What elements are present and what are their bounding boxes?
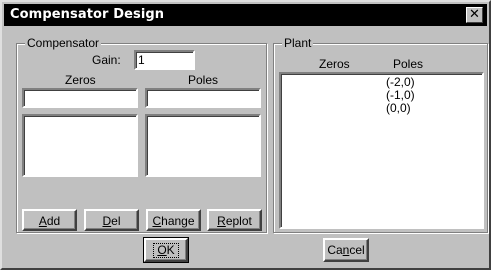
compensator-zeros-list[interactable] — [22, 114, 138, 177]
add-button[interactable]: Add — [22, 209, 77, 231]
replot-button-mnemonic: R — [217, 214, 226, 228]
gain-label: Gain: — [92, 53, 121, 67]
gain-value: 1 — [138, 53, 145, 67]
del-button-mnemonic: D — [102, 214, 112, 228]
change-button-label: hange — [161, 214, 195, 228]
ok-button[interactable]: OK — [143, 237, 189, 263]
zero-entry-input[interactable] — [22, 88, 138, 108]
cancel-button-label-start: Ca — [327, 243, 343, 257]
plant-roots-list[interactable]: (-2,0) (-1,0) (0,0) — [279, 72, 484, 229]
gain-input[interactable]: 1 — [134, 50, 195, 70]
ok-button-mnemonic: O — [157, 243, 167, 257]
plant-pole-item: (0,0) — [386, 101, 411, 115]
compensator-group-label: Compensator — [25, 36, 102, 50]
compensator-design-dialog: Compensator Design ✕ Compensator Gain: 1… — [0, 0, 491, 270]
replot-button[interactable]: Replot — [207, 209, 262, 231]
plant-zeros-header: Zeros — [319, 57, 350, 71]
ok-button-label: K — [166, 243, 175, 257]
ok-focus-rect: OK — [153, 243, 179, 258]
change-button[interactable]: Change — [146, 209, 201, 231]
dialog-title: Compensator Design — [10, 7, 165, 22]
compensator-poles-header: Poles — [188, 73, 219, 87]
change-button-mnemonic: C — [152, 214, 162, 228]
add-button-mnemonic: A — [38, 214, 47, 228]
del-button-label: el — [111, 214, 121, 228]
compensator-zeros-header: Zeros — [65, 73, 96, 87]
del-button[interactable]: Del — [84, 209, 139, 231]
close-button[interactable]: ✕ — [466, 7, 483, 23]
compensator-poles-list[interactable] — [145, 114, 261, 177]
plant-group: Plant Zeros Poles (-2,0) (-1,0) (0,0) — [273, 36, 488, 233]
pole-entry-input[interactable] — [145, 88, 261, 108]
cancel-button-label-end: cel — [349, 243, 365, 257]
close-icon: ✕ — [469, 7, 480, 22]
compensator-group: Compensator Gain: 1 Zeros Poles Add Del … — [16, 36, 267, 233]
plant-group-label: Plant — [282, 36, 314, 50]
replot-button-label: eplot — [225, 214, 252, 228]
add-button-label: dd — [46, 214, 61, 228]
plant-poles-header: Poles — [393, 57, 424, 71]
title-bar[interactable]: Compensator Design ✕ — [4, 4, 487, 26]
cancel-button[interactable]: Cancel — [323, 238, 369, 262]
